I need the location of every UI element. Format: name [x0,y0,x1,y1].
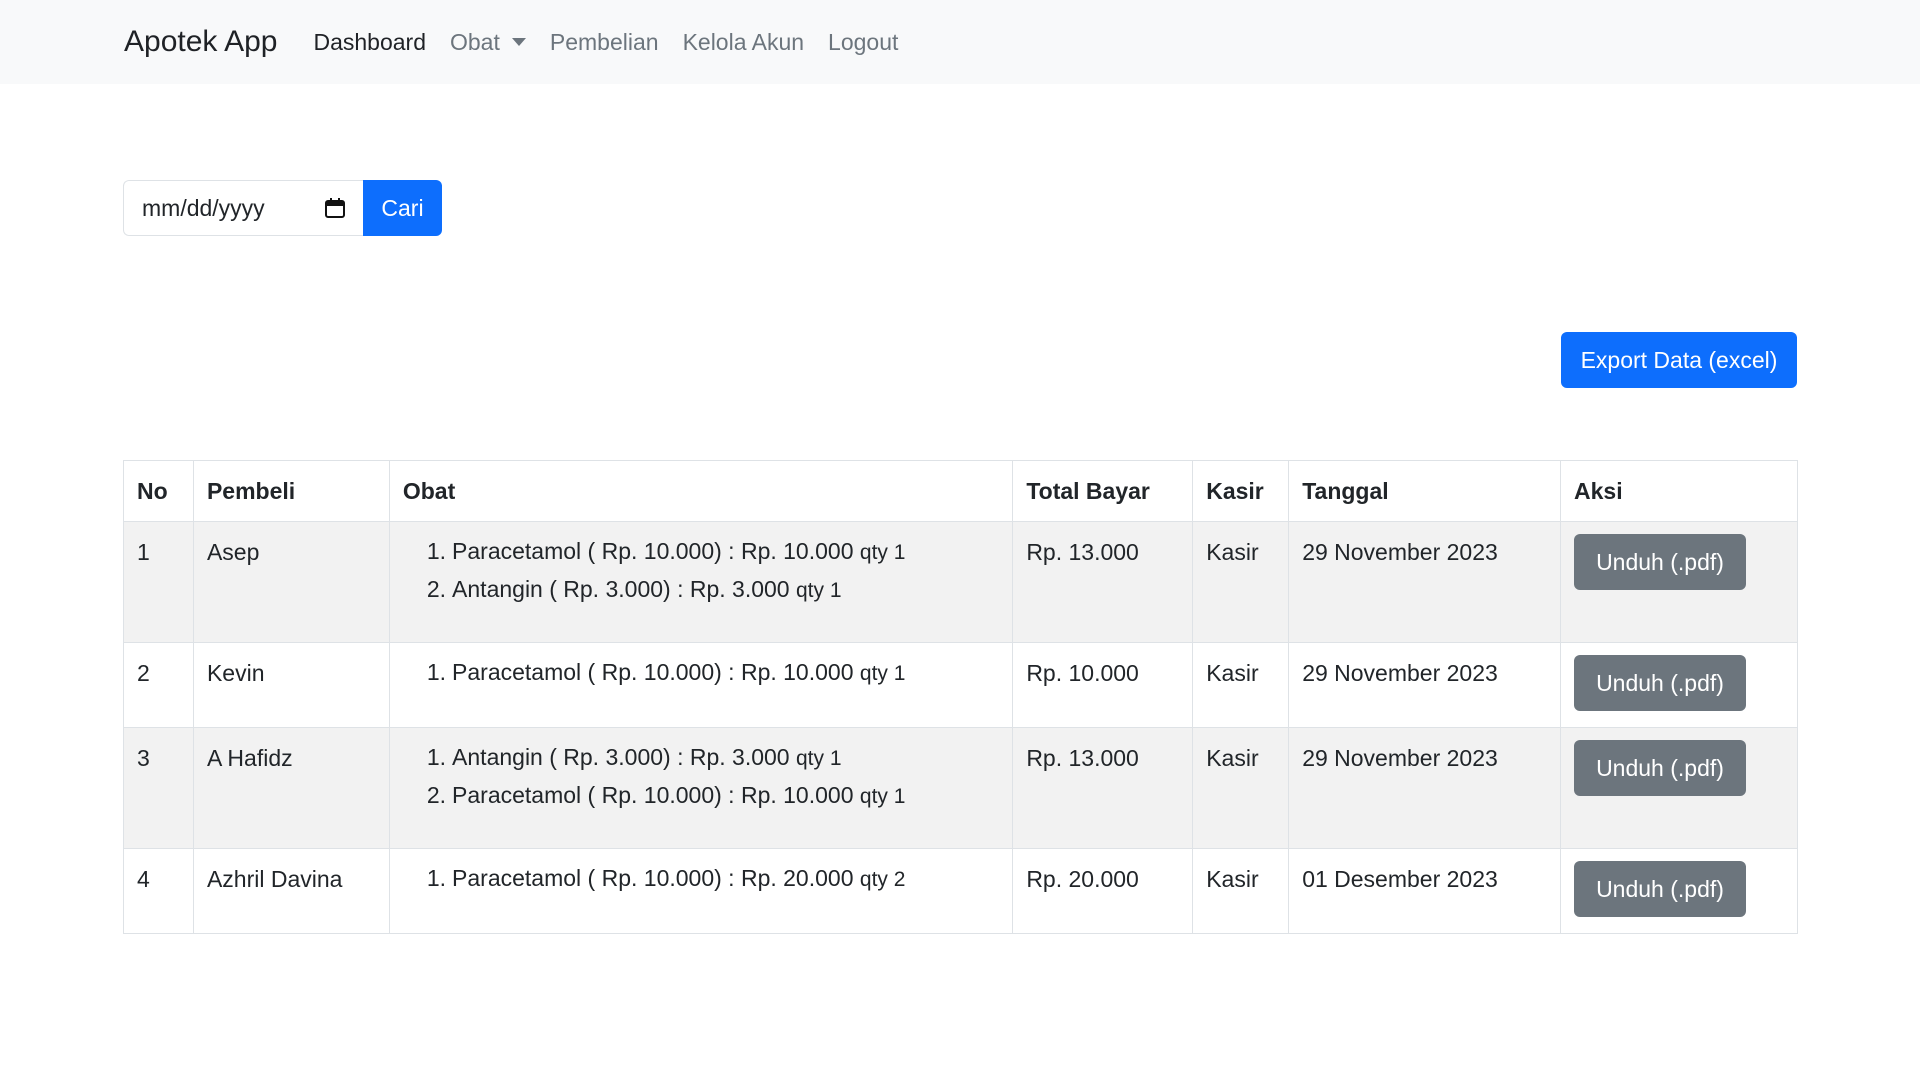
item-number: 1. [426,659,447,685]
cell-no: 3 [123,727,194,849]
cell-aksi: Unduh (.pdf) [1560,727,1798,849]
item-text: Paracetamol ( Rp. 10.000) : Rp. 10.000 [452,659,854,685]
cell-pembeli: Azhril Davina [192,848,390,934]
table-row: 3 A Hafidz 1. Antangin ( Rp. 3.000) : Rp.… [123,727,1798,849]
item-qty: qty 1 [795,747,842,770]
cell-no: 1 [123,521,194,643]
table-row: 4 Azhril Davina 1. Paracetamol ( Rp. 10.0… [123,848,1798,934]
item-text: Antangin ( Rp. 3.000) : Rp. 3.000 [452,576,790,602]
item-number: 1. [426,865,447,891]
cell-obat: 1. Paracetamol ( Rp. 10.000) : Rp. 20.000… [388,848,1014,934]
cell-kasir: Kasir [1192,521,1290,643]
cell-pembeli: A Hafidz [192,727,390,849]
navbar: Apotek App Dashboard Obat Pembelian Kelo… [0,0,1920,84]
nav-obat-label: Obat [450,28,500,55]
cell-aksi: Unduh (.pdf) [1560,521,1798,643]
caret-down-icon [511,38,526,46]
item-number: 2. [426,576,447,602]
obat-list: 1. Paracetamol ( Rp. 10.000) : Rp. 10.000… [403,654,999,692]
cari-button[interactable]: Cari [363,180,442,236]
nav-dashboard-label: Dashboard [313,28,426,55]
calendar-icon[interactable] [325,198,345,218]
unduh-pdf-button[interactable]: Unduh (.pdf) [1574,655,1746,711]
cell-pembeli: Asep [192,521,390,643]
list-item: 1. Paracetamol ( Rp. 10.000) : Rp. 20.000… [427,860,999,898]
table-row: 1 Asep 1. Paracetamol ( Rp. 10.000) : Rp.… [123,521,1798,643]
list-item: 2. Antangin ( Rp. 3.000) : Rp. 3.000 qty … [427,571,999,609]
unduh-pdf-button[interactable]: Unduh (.pdf) [1574,534,1746,590]
item-number: 1. [426,744,447,770]
cell-no: 2 [123,642,194,728]
cell-kasir: Kasir [1192,642,1290,728]
unduh-pdf-button[interactable]: Unduh (.pdf) [1574,740,1746,796]
unduh-pdf-button[interactable]: Unduh (.pdf) [1574,861,1746,917]
cell-aksi: Unduh (.pdf) [1560,848,1798,934]
date-placeholder: mm/dd/yyyy [142,194,265,221]
list-item: 1. Paracetamol ( Rp. 10.000) : Rp. 10.000… [427,533,999,571]
item-number: 2. [426,782,447,808]
list-item: 2. Paracetamol ( Rp. 10.000) : Rp. 10.000… [427,777,999,815]
header-no: No [123,460,194,522]
nav-kelola-akun-label: Kelola Akun [682,28,805,55]
obat-list: 1. Paracetamol ( Rp. 10.000) : Rp. 20.000… [403,860,999,898]
table-header-row: No Pembeli Obat Total Bayar Kasir Tangga… [123,460,1798,522]
obat-list: 1. Paracetamol ( Rp. 10.000) : Rp. 10.000… [403,533,999,609]
item-qty: qty 2 [859,868,906,891]
item-text: Antangin ( Rp. 3.000) : Rp. 3.000 [452,744,790,770]
nav-pembelian[interactable]: Pembelian [550,29,659,56]
header-total-bayar: Total Bayar [1012,460,1194,522]
cell-aksi: Unduh (.pdf) [1560,642,1798,728]
nav-pembelian-label: Pembelian [549,28,659,55]
cell-obat: 1. Paracetamol ( Rp. 10.000) : Rp. 10.000… [388,521,1014,643]
cell-no: 4 [123,848,194,934]
cell-obat: 1. Antangin ( Rp. 3.000) : Rp. 3.000 qty … [388,727,1014,849]
cell-total: Rp. 20.000 [1012,848,1194,934]
purchase-table-wrapper: No Pembeli Obat Total Bayar Kasir Tangga… [123,460,1798,934]
cell-total: Rp. 10.000 [1012,642,1194,728]
brand[interactable]: Apotek App [124,25,277,59]
item-qty: qty 1 [795,579,842,602]
cell-total: Rp. 13.000 [1012,521,1194,643]
cell-obat: 1. Paracetamol ( Rp. 10.000) : Rp. 10.000… [388,642,1014,728]
obat-list: 1. Antangin ( Rp. 3.000) : Rp. 3.000 qty … [403,739,999,815]
item-text: Paracetamol ( Rp. 10.000) : Rp. 10.000 [452,538,854,564]
item-number: 1. [426,538,447,564]
cell-tanggal: 29 November 2023 [1288,521,1561,643]
item-qty: qty 1 [859,785,906,808]
date-input[interactable]: mm/dd/yyyy [123,180,363,236]
cell-kasir: Kasir [1192,727,1290,849]
nav-logout-label: Logout [828,28,899,55]
header-pembeli: Pembeli [192,460,390,522]
header-aksi: Aksi [1560,460,1798,522]
list-item: 1. Antangin ( Rp. 3.000) : Rp. 3.000 qty … [427,739,999,777]
cell-tanggal: 29 November 2023 [1288,727,1561,849]
table-row: 2 Kevin 1. Paracetamol ( Rp. 10.000) : Rp… [123,642,1798,728]
cell-tanggal: 01 Desember 2023 [1288,848,1561,934]
header-tanggal: Tanggal [1288,460,1561,522]
item-text: Paracetamol ( Rp. 10.000) : Rp. 10.000 [452,782,854,808]
cell-tanggal: 29 November 2023 [1288,642,1561,728]
nav-dashboard[interactable]: Dashboard [313,29,426,56]
item-qty: qty 1 [859,662,906,685]
cell-kasir: Kasir [1192,848,1290,934]
cell-total: Rp. 13.000 [1012,727,1194,849]
date-search-form: mm/dd/yyyy Cari [123,180,442,236]
item-qty: qty 1 [859,541,906,564]
nav-logout[interactable]: Logout [828,29,898,56]
nav-kelola-akun[interactable]: Kelola Akun [683,29,804,56]
cell-pembeli: Kevin [192,642,390,728]
nav-obat-dropdown[interactable]: Obat [450,29,526,56]
purchase-table: No Pembeli Obat Total Bayar Kasir Tangga… [123,460,1798,934]
list-item: 1. Paracetamol ( Rp. 10.000) : Rp. 10.000… [427,654,999,692]
export-excel-button[interactable]: Export Data (excel) [1561,332,1797,388]
header-obat: Obat [388,460,1014,522]
item-text: Paracetamol ( Rp. 10.000) : Rp. 20.000 [452,865,854,891]
header-kasir: Kasir [1192,460,1290,522]
